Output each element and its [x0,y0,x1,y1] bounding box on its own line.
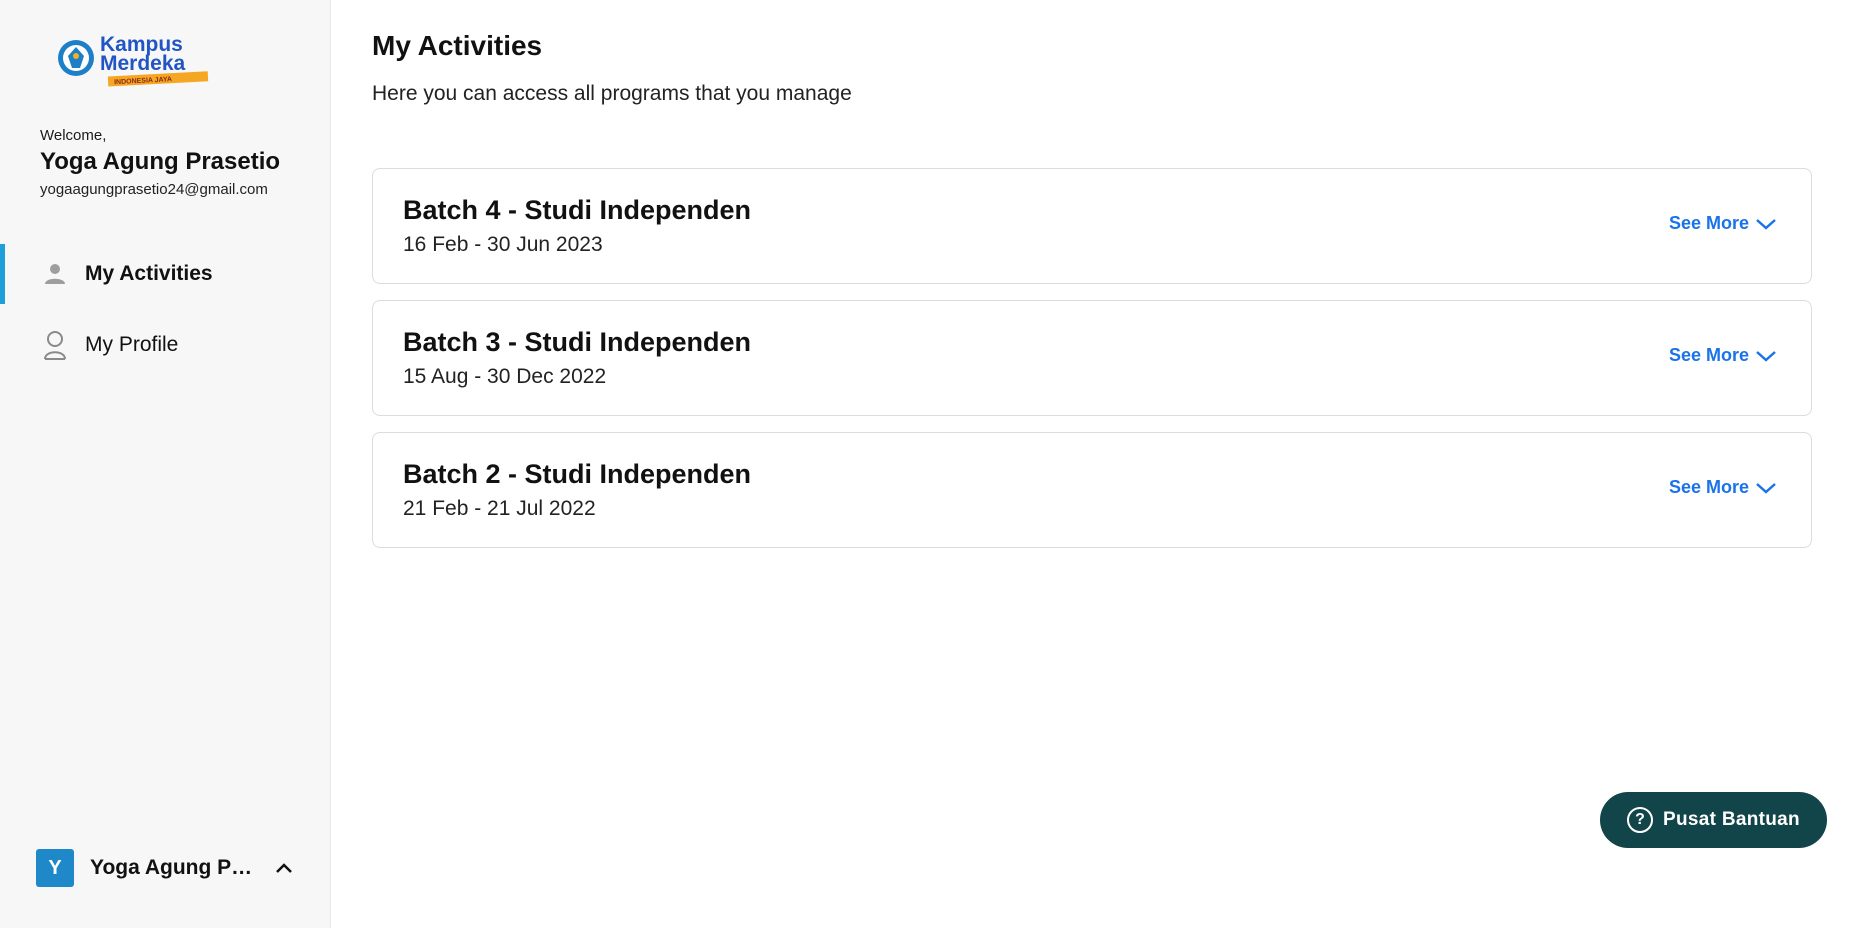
kampus-merdeka-logo[interactable]: Kampus Merdeka INDONESIA JAYA [56,32,221,88]
user-name: Yoga Agung Prasetio [40,148,281,175]
page-subtitle: Here you can access all programs that yo… [372,82,852,105]
sidebar-item-my-activities[interactable]: My Activities [0,244,331,304]
program-card: Batch 3 - Studi Independen 15 Aug - 30 D… [372,300,1812,416]
page-title: My Activities [372,30,543,61]
see-more-label: See More [1668,213,1749,233]
welcome-text: Welcome, [40,127,107,144]
user-email: yogaagungprasetio24@gmail.com [40,181,268,198]
chevron-down-icon [1755,480,1777,496]
question-circle-icon: ? [1627,807,1654,833]
program-dates: 21 Feb - 21 Jul 2022 [403,497,596,520]
help-center-button[interactable]: ? Pusat Bantuan [1600,792,1827,848]
see-more-label: See More [1668,345,1749,365]
chevron-down-icon [1755,216,1777,232]
sidebar-item-label: My Profile [85,333,179,356]
person-outline-icon [40,329,70,361]
help-center-label: Pusat Bantuan [1663,809,1800,830]
logo-text-2: Merdeka [100,52,186,75]
sidebar-item-label: My Activities [85,262,213,285]
see-more-label: See More [1668,477,1749,497]
program-card: Batch 2 - Studi Independen 21 Feb - 21 J… [372,432,1812,548]
account-menu[interactable]: Y Yoga Agung Prasetio [36,849,296,887]
sidebar-item-my-profile[interactable]: My Profile [0,315,331,375]
see-more-button[interactable]: See More [1669,477,1777,498]
chevron-up-icon[interactable] [274,858,294,878]
person-filled-icon [40,258,70,290]
main-content: My Activities Here you can access all pr… [372,0,1812,928]
program-title: Batch 2 - Studi Independen [403,459,752,489]
see-more-button[interactable]: See More [1669,345,1777,366]
sidebar: Kampus Merdeka INDONESIA JAYA Welcome, Y… [0,0,331,928]
program-title: Batch 3 - Studi Independen [403,327,752,357]
program-dates: 15 Aug - 30 Dec 2022 [403,365,607,388]
program-dates: 16 Feb - 30 Jun 2023 [403,233,603,256]
program-title: Batch 4 - Studi Independen [403,195,752,225]
program-card: Batch 4 - Studi Independen 16 Feb - 30 J… [372,168,1812,284]
see-more-button[interactable]: See More [1669,213,1777,234]
account-name: Yoga Agung Prasetio [90,856,258,879]
avatar: Y [36,849,74,887]
chevron-down-icon [1755,348,1777,364]
